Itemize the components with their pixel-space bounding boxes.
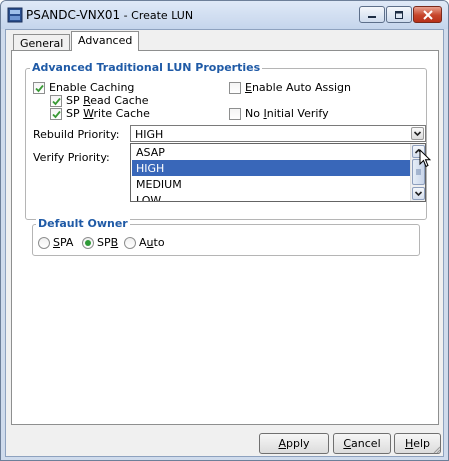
- rebuild-priority-select[interactable]: HIGH: [130, 125, 426, 142]
- app-icon: [7, 7, 23, 23]
- maximize-button[interactable]: [386, 6, 412, 23]
- create-lun-window: PSANDC-VNX01 - Create LUN General Advanc…: [0, 0, 449, 461]
- owner-auto-accel: u: [146, 236, 154, 249]
- sp-write-cache-label-rest: rite Cache: [93, 107, 150, 120]
- sp-write-cache-label: SP Write Cache: [66, 107, 150, 120]
- owner-radio-spb[interactable]: [82, 237, 94, 249]
- dropdown-option-low[interactable]: LOW: [132, 192, 411, 201]
- rebuild-priority-label: Rebuild Priority:: [33, 128, 120, 141]
- dropdown-option-medium[interactable]: MEDIUM: [132, 176, 411, 192]
- cancel-accel: C: [343, 437, 352, 450]
- maximize-icon: [395, 10, 403, 19]
- tab-general-label: General: [20, 37, 64, 50]
- title-bar[interactable]: PSANDC-VNX01 - Create LUN: [1, 1, 448, 29]
- enable-auto-assign-label-rest: nable Auto Assign: [251, 81, 352, 94]
- enable-auto-assign-accel: E: [245, 81, 252, 94]
- apply-rest: pply: [286, 437, 310, 450]
- help-accel: H: [404, 437, 414, 450]
- enable-auto-assign-label: Enable Auto Assign: [245, 81, 351, 94]
- apply-button[interactable]: Apply: [259, 433, 329, 454]
- minimize-button[interactable]: [359, 6, 385, 23]
- tab-advanced[interactable]: Advanced: [71, 31, 140, 51]
- owner-auto-label: Auto: [139, 236, 165, 249]
- checkmark-icon: [52, 97, 61, 106]
- cancel-rest: ancel: [351, 437, 381, 450]
- dropdown-option-high[interactable]: HIGH: [132, 160, 411, 176]
- sp-read-cache-label-prefix: SP: [66, 94, 84, 107]
- checkmark-icon: [35, 84, 44, 93]
- window-title-main: PSANDC-VNX01: [26, 8, 121, 22]
- no-initial-verify-label-rest: nitial Verify: [266, 107, 329, 120]
- enable-caching-checkbox[interactable]: [33, 82, 45, 94]
- cancel-button[interactable]: Cancel: [333, 433, 391, 454]
- sp-read-cache-label: SP Read Cache: [66, 94, 148, 107]
- rebuild-priority-value: HIGH: [135, 128, 164, 141]
- close-button[interactable]: [413, 6, 442, 23]
- owner-auto-prefix: A: [139, 236, 147, 249]
- owner-spb-accel: B: [110, 236, 119, 249]
- window-title: PSANDC-VNX01 - Create LUN: [26, 8, 193, 22]
- advanced-tab-panel: Advanced Traditional LUN Properties Enab…: [11, 50, 439, 425]
- close-icon: [422, 9, 433, 20]
- sp-read-cache-checkbox[interactable]: [50, 95, 62, 107]
- chevron-down-icon: [414, 191, 423, 197]
- mouse-cursor-icon: [419, 149, 431, 168]
- sp-write-cache-accel: W: [83, 107, 94, 120]
- owner-spa-rest: PA: [59, 236, 74, 249]
- owner-radio-auto[interactable]: [124, 237, 136, 249]
- owner-auto-rest: to: [153, 236, 165, 249]
- checkmark-icon: [52, 110, 61, 119]
- enable-auto-assign-checkbox[interactable]: [229, 82, 241, 94]
- owner-spb-label: SPB: [97, 236, 118, 249]
- sp-read-cache-label-rest: ead Cache: [90, 94, 149, 107]
- tab-general[interactable]: General: [13, 34, 71, 51]
- window-title-sub: - Create LUN: [120, 9, 194, 22]
- rebuild-priority-dropdown-list: ASAP HIGH MEDIUM LOW: [130, 143, 426, 202]
- owner-spb-prefix: SP: [97, 236, 111, 249]
- dialog-client-area: General Advanced Advanced Traditional LU…: [5, 29, 444, 457]
- chevron-down-icon: [413, 131, 422, 137]
- help-rest: elp: [413, 437, 431, 450]
- dropdown-option-asap[interactable]: ASAP: [132, 144, 411, 160]
- default-owner-title: Default Owner: [36, 217, 130, 230]
- verify-priority-label: Verify Priority:: [33, 151, 110, 164]
- no-initial-verify-label-prefix: No: [245, 107, 264, 120]
- radio-selected-dot: [85, 240, 91, 246]
- advanced-properties-title: Advanced Traditional LUN Properties: [30, 61, 263, 74]
- sp-write-cache-label-prefix: SP: [66, 107, 84, 120]
- no-initial-verify-checkbox[interactable]: [229, 108, 241, 120]
- tab-advanced-label: Advanced: [78, 34, 133, 47]
- resize-grip-icon[interactable]: [431, 444, 441, 454]
- scroll-down-button[interactable]: [412, 187, 425, 200]
- apply-accel: A: [278, 437, 286, 450]
- minimize-icon: [368, 15, 376, 18]
- owner-spa-label: SPA: [53, 236, 73, 249]
- owner-spa-accel: S: [53, 236, 60, 249]
- sp-write-cache-checkbox[interactable]: [50, 108, 62, 120]
- no-initial-verify-label: No Initial Verify: [245, 107, 329, 120]
- enable-caching-label: Enable Caching: [49, 81, 135, 94]
- rebuild-priority-dropdown-button[interactable]: [411, 127, 424, 140]
- owner-radio-spa[interactable]: [38, 237, 50, 249]
